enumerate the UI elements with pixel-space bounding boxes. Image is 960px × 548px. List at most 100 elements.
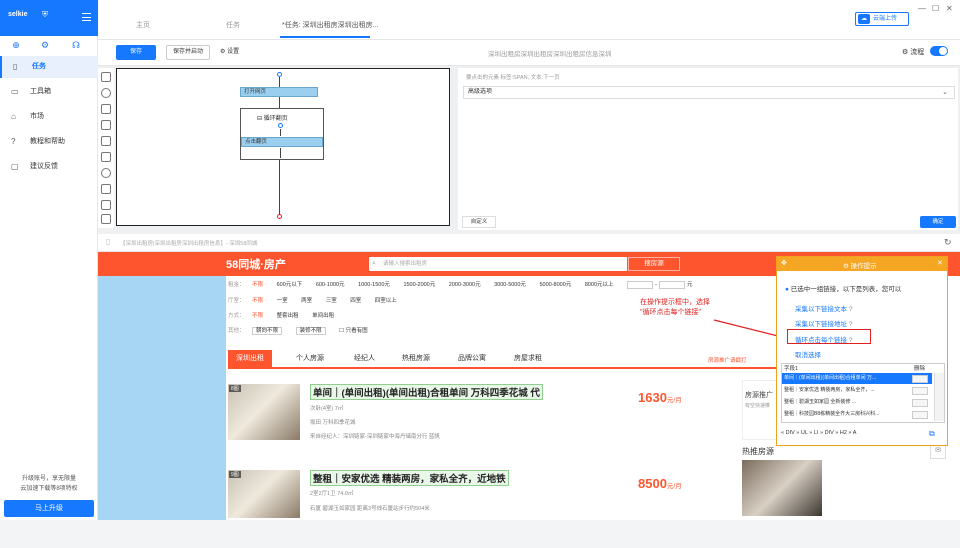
input-tool-icon[interactable] [101,120,111,130]
filter-option[interactable]: 不限 [252,313,263,319]
tab-brand-apartment[interactable]: 品牌公寓 [458,350,486,367]
listing-item[interactable]: 8图 单间｜(单间出租)(单间出租)合租单间 万科四季花城 代 次卧(4室) 7… [228,384,748,462]
popup-header[interactable]: ✥ ⚙ 操作提示 ✕ [777,257,947,271]
extract-link-text-option[interactable]: 采集以下链接文本 ? [795,303,852,313]
sidebar-item-market[interactable]: ⌂ 市场 [0,106,98,128]
flow-canvas[interactable]: 打开网页 ⊟ 循环翻页 点击翻页 [116,68,450,226]
hot-listing-photo[interactable] [742,460,822,516]
hover-tool-icon[interactable] [101,200,111,210]
switch-tool-icon[interactable] [101,152,111,162]
filter-option[interactable]: 三室 [326,298,337,304]
external-link-icon[interactable]: ⧉ [929,429,935,439]
flow-toggle[interactable] [930,46,948,56]
side-promo[interactable] [742,380,778,440]
custom-button[interactable]: 自定义 [462,216,496,228]
tab-personal[interactable]: 个人房源 [296,350,324,367]
orientation-select[interactable]: 朝向不限 [252,327,283,335]
breadcrumb-item[interactable]: H2 [840,430,847,436]
reload-icon[interactable]: ↻ [944,237,952,248]
with-photo-checkbox[interactable]: ☐ 只看有图 [339,328,379,334]
tab-home[interactable]: 主页 [136,20,150,30]
branch-tool-icon[interactable] [101,184,111,194]
breadcrumb-item[interactable]: LI [814,430,819,436]
site-search-input[interactable]: ⌕ 请输入搜索出租房 [369,257,627,271]
headset-icon[interactable]: ☊ [71,40,81,50]
breadcrumb-prev-icon[interactable]: « [781,430,784,436]
listing-agent[interactable]: 来自经纪人：深圳链家-深圳链家中海丹储南分行 蓝帆 [310,432,440,440]
listing-location[interactable]: 石厦 碧湖玉如家园 距离3号线石厦站步行约504米 [310,504,430,512]
confirm-button[interactable]: 确定 [920,216,956,228]
rent-max-input[interactable] [658,280,685,289]
loop-tool-icon[interactable] [101,168,111,178]
close-icon[interactable]: ✕ [946,4,953,13]
upgrade-button[interactable]: 马上升级 [4,500,94,517]
filter-option[interactable]: 8000元以上 [585,282,614,288]
listing-location[interactable]: 坂田 万科四季花城 [310,418,356,426]
filter-option[interactable]: 600-1000元 [316,282,345,288]
table-row[interactable]: 单间｜(单间出租)(单间出租)合租单间 万... [782,373,932,384]
condition-tool-icon[interactable] [101,214,111,224]
page-tool-icon[interactable] [101,72,111,82]
cloud-upload-button[interactable]: ☁ 云端上传 [855,12,909,26]
delete-icon[interactable] [912,386,928,395]
tab-shenzhen-rent[interactable]: 深圳出租 [228,350,272,367]
promo-link[interactable]: 房源推广请戳打 [708,356,747,364]
filter-option[interactable]: 两室 [301,298,312,304]
listing-title[interactable]: 单间｜(单间出租)(单间出租)合租单间 万科四季花城 代 [310,384,543,400]
filter-option[interactable]: 四室以上 [375,298,397,304]
breadcrumb-item[interactable]: DIV [825,430,834,436]
flow-node-loop[interactable]: ⊟ 循环翻页 点击翻页 [240,108,324,160]
table-row[interactable]: 整租｜碧湖玉如家园 全新装修 ... [782,397,932,408]
sidebar-item-tasks[interactable]: ▯ 任务 [0,56,98,78]
move-icon[interactable]: ✥ [781,259,787,267]
table-scrollbar[interactable] [934,373,944,421]
listing-photo[interactable]: 9图 [228,470,300,518]
cancel-selection-option[interactable]: 取消选择 [795,349,821,359]
advanced-options-dropdown[interactable]: 高级选项 ⌄ [463,86,955,99]
breadcrumb-item[interactable]: DIV [786,430,795,436]
settings-button[interactable]: ⚙ 设置 [220,45,250,60]
add-icon[interactable]: ⊕ [11,40,21,50]
filter-option[interactable]: 1000-1500元 [358,282,390,288]
filter-option[interactable]: 600元以下 [277,282,303,288]
click-tool-icon[interactable] [101,88,111,98]
delete-icon[interactable] [912,410,928,419]
close-icon[interactable]: ✕ [937,259,943,267]
tab-tasks[interactable]: 任务 [226,20,240,30]
breadcrumb-item[interactable]: A [853,430,857,436]
filter-option[interactable]: 2000-3000元 [449,282,481,288]
filter-option[interactable]: 一室 [277,298,288,304]
extract-link-url-option[interactable]: 采集以下链接地址 ? [795,318,852,328]
filter-option[interactable]: 单间出租 [312,313,334,319]
sidebar-item-help[interactable]: ? 教程和帮助 [0,131,98,153]
decoration-select[interactable]: 装修不限 [295,327,326,335]
filter-option[interactable]: 不限 [252,298,263,304]
sidebar-item-toolbox[interactable]: ▭ 工具箱 [0,81,98,103]
captcha-tool-icon[interactable] [101,136,111,146]
save-and-run-button[interactable]: 保存并启动 [166,45,210,60]
url-text[interactable]: 【深圳出租房|深圳出租房深圳出租房信息】- 深圳58同城 [120,239,257,247]
sidebar-item-feedback[interactable]: ▢ 建议反馈 [0,156,98,178]
table-row[interactable]: 整租｜安家优选 精装两房，家私全齐，... [782,385,932,396]
listing-photo[interactable]: 8图 [228,384,300,440]
save-button[interactable]: 保存 [116,45,156,60]
tab-agent[interactable]: 经纪人 [354,350,375,367]
filter-option[interactable]: 整套出租 [277,313,299,319]
minimize-icon[interactable]: — [918,4,926,13]
filter-option[interactable]: 不限 [252,282,263,288]
tab-hot-rent[interactable]: 热租房源 [402,350,430,367]
site-search-button[interactable]: 搜房源 [628,257,680,271]
filter-option[interactable]: 5000-8000元 [539,282,571,288]
delete-icon[interactable] [912,398,928,407]
rent-min-input[interactable] [627,280,654,289]
filter-option[interactable]: 3000-5000元 [494,282,526,288]
filter-option[interactable]: 1500-2000元 [403,282,435,288]
listing-item[interactable]: 9图 整租｜安家优选 精装两房，家私全齐，近地铁 2室2厅1卫 74.0㎡ 石厦… [228,470,748,548]
tab-current-task[interactable]: *任务: 深圳出租房深圳出租房... [282,20,378,30]
breadcrumb-item[interactable]: UL [801,430,808,436]
table-row[interactable]: 整租｜科技园B8栋精装全齐大三房科兴科... [782,409,932,420]
menu-icon[interactable] [82,13,91,21]
site-logo[interactable]: 58同城·房产 [226,256,286,272]
maximize-icon[interactable]: ☐ [932,4,939,13]
flow-node-click-page[interactable]: 点击翻页 [241,137,323,147]
